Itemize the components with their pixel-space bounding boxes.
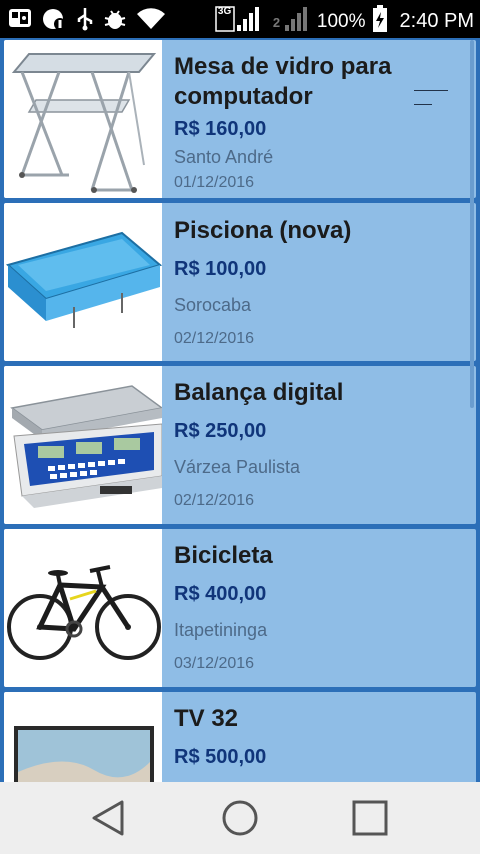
listing-price: R$ 160,00 (174, 118, 267, 140)
signal-icon: 3G (215, 5, 263, 38)
listing-card[interactable]: Pisciona (nova) R$ 100,00 Sorocaba 02/12… (4, 203, 476, 361)
signal-icon-2: 2 (269, 5, 311, 38)
network-type-label: 3G (217, 6, 232, 17)
listing-city: Sorocaba (174, 295, 252, 315)
recents-icon (352, 800, 388, 836)
status-bar: 3G 2 100% 2:40 PM (0, 0, 480, 38)
listing-image-tv (4, 692, 162, 782)
usb-icon (76, 7, 94, 36)
battery-charging-icon (372, 5, 388, 38)
home-button[interactable] (216, 796, 264, 840)
listing-date: 03/12/2016 (174, 655, 255, 672)
wifi-icon (136, 7, 166, 36)
listing-city: Santo André (174, 147, 274, 167)
listing-title: TV 32 (174, 705, 239, 732)
listing-image-bicycle (4, 529, 162, 687)
bug-icon (102, 7, 128, 36)
listing-title: Pisciona (nova) (174, 217, 352, 244)
listing-image-digital-scale (4, 366, 162, 524)
clock: 2:40 PM (399, 10, 474, 32)
listing-list[interactable]: Mesa de vidro para computador R$ 160,00 … (0, 38, 480, 782)
listing-price: R$ 250,00 (174, 420, 267, 442)
listing-city: Várzea Paulista (174, 457, 301, 477)
listing-date: 01/12/2016 (174, 174, 255, 191)
listing-price: R$ 500,00 (174, 746, 267, 768)
recents-button[interactable] (346, 796, 394, 840)
listing-title: Balança digital (174, 379, 344, 406)
listing-price: R$ 400,00 (174, 583, 267, 605)
divider-line (414, 90, 448, 91)
listing-image-glass-desk (4, 40, 162, 198)
listing-date: 02/12/2016 (174, 492, 255, 509)
whatsapp-icon (8, 7, 34, 36)
navigation-bar (0, 782, 480, 854)
notification-icon (42, 7, 68, 36)
listing-price: R$ 100,00 (174, 258, 267, 280)
listing-card[interactable]: Mesa de vidro para computador R$ 160,00 … (4, 40, 476, 198)
scrollbar[interactable] (470, 40, 474, 408)
divider-line (414, 104, 432, 105)
listing-card[interactable]: TV 32 R$ 500,00 (4, 692, 476, 782)
listing-date: 02/12/2016 (174, 330, 255, 347)
home-icon (222, 800, 258, 836)
listing-title: Mesa de vidro para computador (174, 53, 392, 110)
battery-percentage: 100% (316, 10, 366, 32)
back-icon (92, 800, 124, 836)
sim-label: 2 (272, 15, 281, 30)
listing-image-pool (4, 203, 162, 361)
listing-city: Itapetininga (174, 620, 268, 640)
back-button[interactable] (84, 796, 132, 840)
listing-card[interactable]: Bicicleta R$ 400,00 Itapetininga 03/12/2… (4, 529, 476, 687)
listing-title: Bicicleta (174, 542, 273, 569)
listing-card[interactable]: Balança digital R$ 250,00 Várzea Paulist… (4, 366, 476, 524)
